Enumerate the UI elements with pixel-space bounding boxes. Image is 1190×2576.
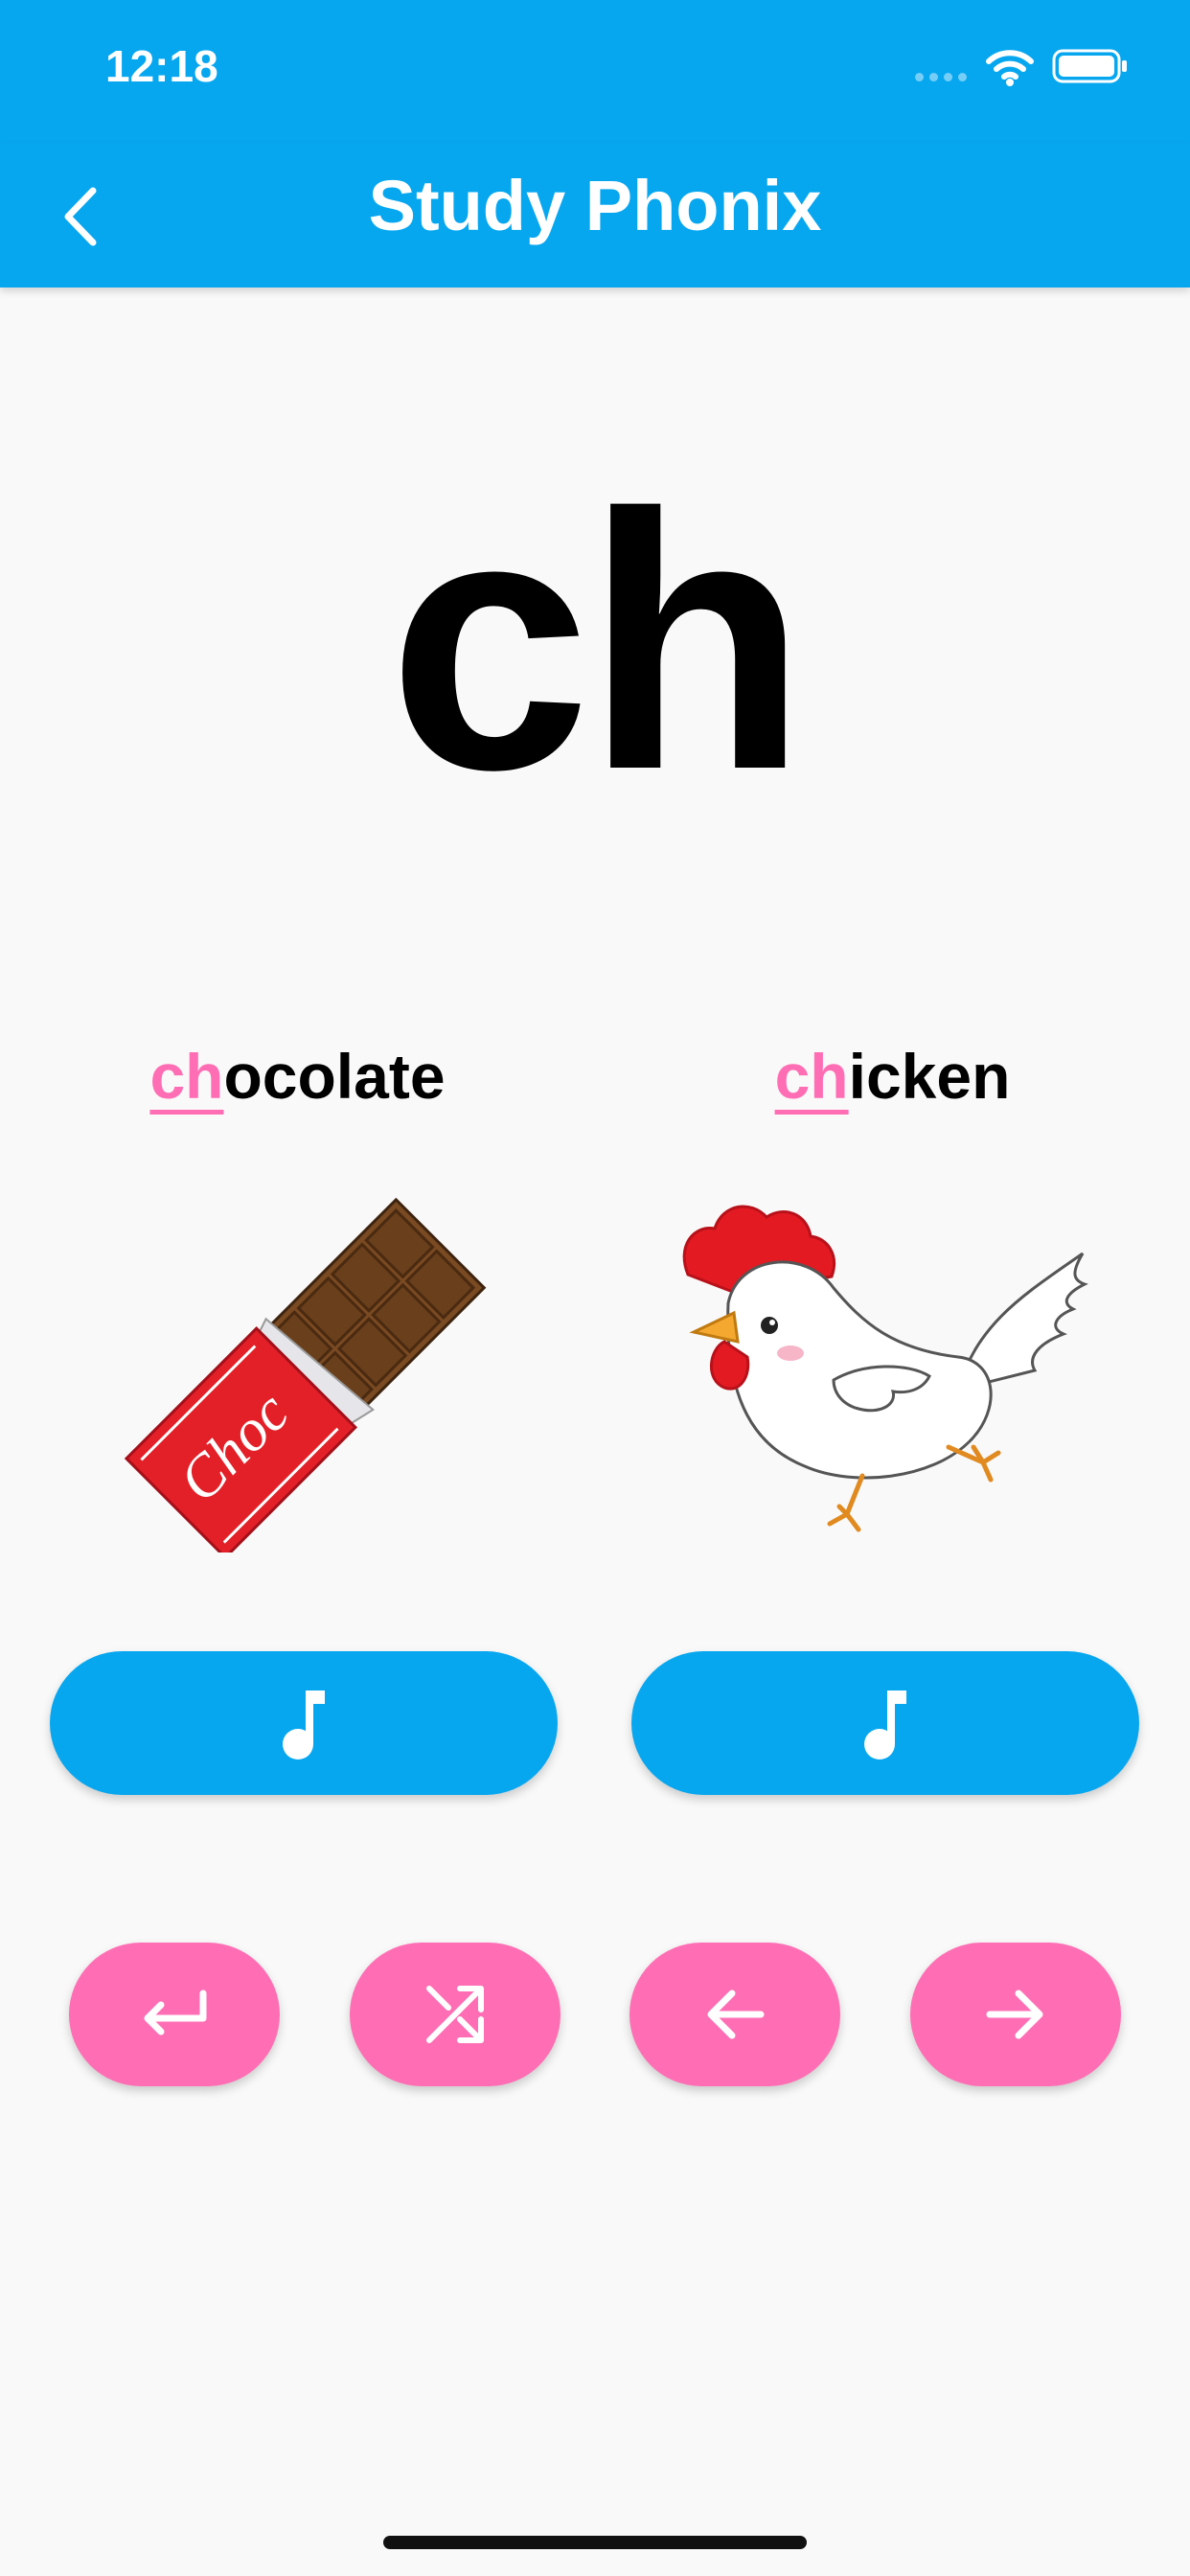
play-sound-chicken-button[interactable]	[631, 1651, 1139, 1795]
word-chicken: chicken	[595, 1040, 1190, 1113]
wifi-icon	[986, 50, 1034, 86]
previous-button[interactable]	[629, 1943, 840, 2086]
home-indicator[interactable]	[383, 2536, 807, 2549]
status-time: 12:18	[105, 41, 218, 91]
cellular-signal-icon	[915, 69, 973, 86]
arrow-right-icon	[986, 1990, 1043, 2039]
nav-bar: Study Phonix	[0, 144, 1190, 288]
phonics-letters: ch	[388, 438, 807, 845]
shuffle-icon	[426, 1986, 484, 2043]
next-button[interactable]	[910, 1943, 1121, 2086]
music-note-icon	[864, 1690, 906, 1760]
battery-icon	[1052, 49, 1127, 83]
word-chocolate: chocolate	[0, 1040, 595, 1113]
arrow-left-icon	[707, 1990, 765, 2039]
status-bar: 12:18	[0, 0, 1190, 144]
word-highlight: ch	[774, 1041, 849, 1112]
word-rest: icken	[848, 1041, 1011, 1112]
return-button[interactable]	[69, 1943, 280, 2086]
chicken-illustration	[682, 1205, 1088, 1532]
word-highlight: ch	[149, 1041, 224, 1112]
chocolate-bar-illustration: Choc	[125, 1197, 487, 1552]
page-title: Study Phonix	[368, 166, 822, 245]
shuffle-button[interactable]	[350, 1943, 561, 2086]
play-sound-chocolate-button[interactable]	[50, 1651, 558, 1795]
return-icon	[144, 1990, 207, 2036]
music-note-icon	[283, 1690, 325, 1760]
word-rest: ocolate	[223, 1041, 446, 1112]
